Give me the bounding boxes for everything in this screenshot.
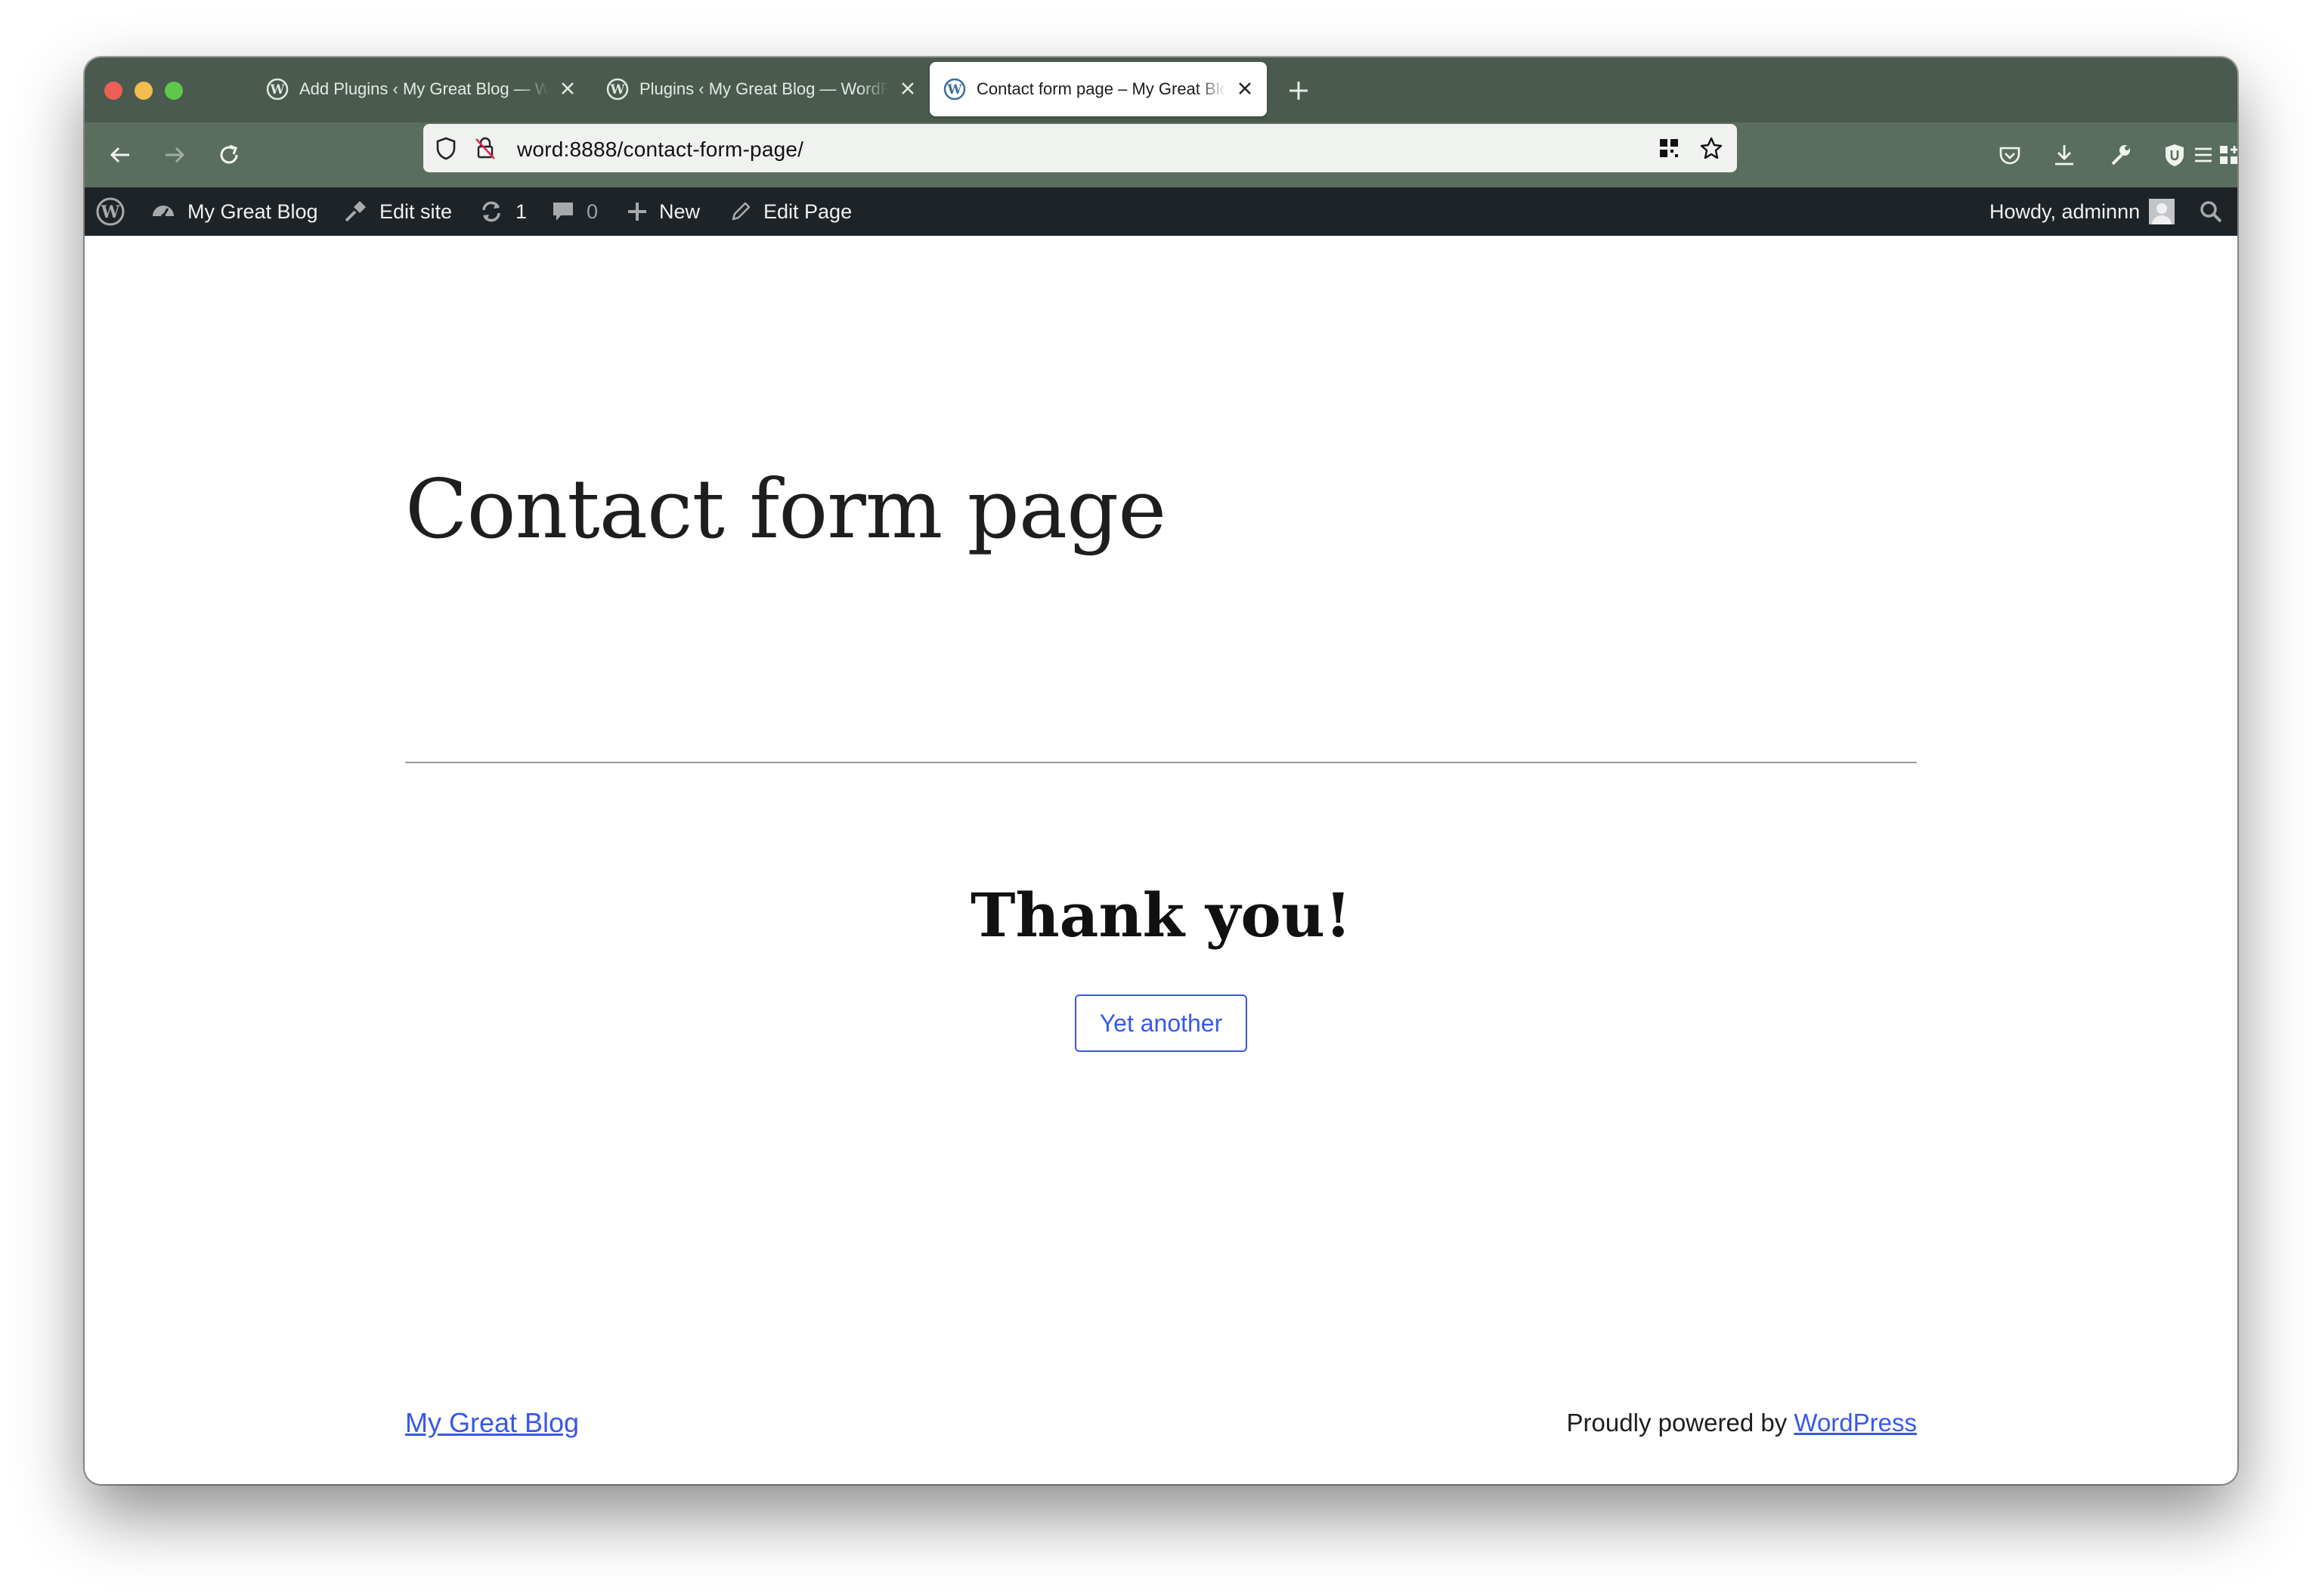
site-name-menu[interactable]: My Great Blog xyxy=(150,187,318,236)
pocket-icon xyxy=(1999,147,2020,165)
wp-admin-bar: W My Great Blog Edit site 1 0 New Edit P… xyxy=(85,187,2237,236)
zoom-window-button[interactable] xyxy=(165,82,183,100)
new-label: New xyxy=(659,200,701,223)
close-tab-icon[interactable] xyxy=(898,79,918,98)
wordpress-favicon: W xyxy=(266,78,289,101)
avatar xyxy=(2149,199,2175,224)
thank-you-heading: Thank you! xyxy=(970,880,1352,951)
tab-strip: W Add Plugins ‹ My Great Blog — WordPres… xyxy=(85,57,2237,122)
site-name: My Great Blog xyxy=(187,200,318,223)
back-icon xyxy=(110,147,129,163)
wp-logo-menu[interactable]: W xyxy=(95,187,136,236)
app-menu-button[interactable] xyxy=(2186,138,2221,172)
search-icon xyxy=(2200,201,2222,223)
pocket-button[interactable] xyxy=(1992,138,2027,172)
download-icon xyxy=(2055,145,2073,165)
comments-link[interactable]: 0 xyxy=(550,187,598,236)
wordpress-link[interactable]: WordPress xyxy=(1794,1409,1917,1437)
svg-text:W: W xyxy=(101,203,120,222)
tab-title: Contact form page – My Great Blog xyxy=(977,79,1226,98)
svg-text:W: W xyxy=(946,82,962,97)
page-title: Contact form page xyxy=(405,462,1166,557)
yet-another-button[interactable]: Yet another xyxy=(1075,994,1247,1052)
url-text[interactable]: word:8888/contact-form-page/ xyxy=(517,138,803,162)
my-account-menu[interactable]: Howdy, adminnn xyxy=(1989,187,2175,236)
url-bar[interactable]: word:8888/contact-form-page/ xyxy=(423,124,1737,172)
footer-site-link[interactable]: My Great Blog xyxy=(405,1407,579,1439)
insecure-lock-icon[interactable] xyxy=(472,135,499,162)
powered-by-text: Proudly powered by xyxy=(1566,1409,1794,1437)
comment-icon xyxy=(553,203,573,221)
edit-page-label: Edit Page xyxy=(763,200,853,223)
reload-icon xyxy=(220,144,238,164)
wordpress-logo-icon: W xyxy=(96,197,125,226)
comments-count: 0 xyxy=(587,200,599,223)
browser-window: W Add Plugins ‹ My Great Blog — WordPres… xyxy=(85,57,2237,1484)
new-tab-icon[interactable] xyxy=(1283,76,1314,106)
howdy-text: Howdy, adminnn xyxy=(1989,200,2141,223)
footer-credit: Proudly powered by WordPress xyxy=(1567,1409,1917,1437)
ublock-icon xyxy=(2166,144,2184,166)
new-content-menu[interactable]: New xyxy=(626,187,700,236)
wordpress-favicon: W xyxy=(943,78,966,101)
svg-text:W: W xyxy=(269,82,285,97)
close-window-button[interactable] xyxy=(104,82,122,100)
shield-icon[interactable] xyxy=(432,135,460,162)
minimize-window-button[interactable] xyxy=(135,82,153,100)
dashboard-icon xyxy=(153,206,174,218)
close-tab-icon[interactable] xyxy=(1235,79,1255,98)
updates-count: 1 xyxy=(515,200,528,223)
forward-button[interactable] xyxy=(157,138,192,172)
svg-text:W: W xyxy=(609,82,625,97)
close-tab-icon[interactable] xyxy=(558,79,577,98)
devtools-button[interactable] xyxy=(2103,138,2138,172)
tab-add-plugins[interactable]: W Add Plugins ‹ My Great Blog — WordPres… xyxy=(252,62,590,116)
reload-button[interactable] xyxy=(212,138,246,172)
edit-page-link[interactable]: Edit Page xyxy=(729,187,852,236)
edit-site-label: Edit site xyxy=(379,200,453,223)
plus-icon xyxy=(628,203,646,221)
tab-title: Add Plugins ‹ My Great Blog — WordPress xyxy=(299,79,549,98)
updates-link[interactable]: 1 xyxy=(478,187,527,236)
qr-code-icon[interactable] xyxy=(1655,135,1683,162)
page-content: Contact form page Thank you! Yet another… xyxy=(85,236,2237,1484)
wordpress-favicon: W xyxy=(606,78,629,101)
brush-icon xyxy=(345,201,366,222)
forward-icon xyxy=(166,147,185,163)
back-button[interactable] xyxy=(103,138,138,172)
tab-contact-form-page[interactable]: W Contact form page – My Great Blog xyxy=(930,62,1267,116)
admin-search-button[interactable] xyxy=(2198,187,2234,236)
pencil-icon xyxy=(732,202,751,221)
tab-title: Plugins ‹ My Great Blog — WordPress xyxy=(639,79,889,98)
downloads-button[interactable] xyxy=(2047,138,2082,172)
menu-icon xyxy=(2195,147,2212,162)
separator xyxy=(405,762,1917,763)
wrench-icon xyxy=(2111,145,2130,165)
tab-plugins[interactable]: W Plugins ‹ My Great Blog — WordPress xyxy=(593,62,930,116)
bookmark-star-icon[interactable] xyxy=(1698,135,1725,162)
updates-icon xyxy=(482,201,500,222)
edit-site-link[interactable]: Edit site xyxy=(342,187,452,236)
user-avatar-icon xyxy=(2152,203,2172,224)
